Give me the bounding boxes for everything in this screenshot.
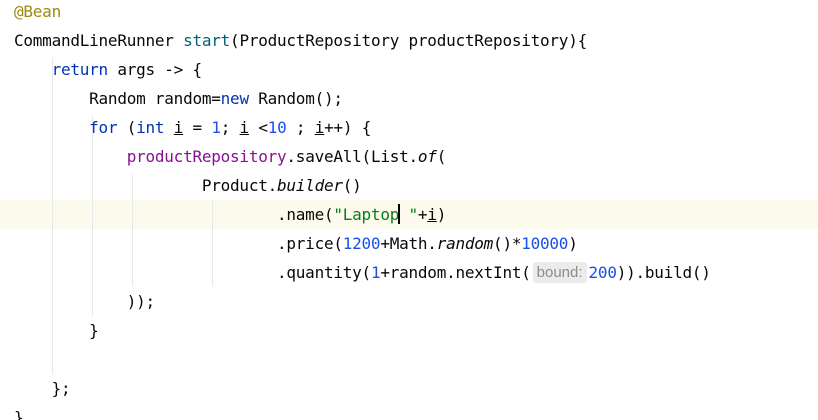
code-token: = [183,118,212,137]
code-token: }; [14,379,71,398]
code-token: Random random= [14,89,221,108]
code-token: } [14,321,99,340]
code-token: .quantity( [14,263,371,282]
parameter-hint: bound: [532,262,587,283]
code-token: .name( [14,205,334,224]
code-line[interactable]: .price(1200+Math.random()*10000) [14,229,578,258]
code-token: < [248,118,268,137]
code-line[interactable]: return args -> { [14,55,203,84]
code-token: 1 [370,263,381,282]
code-token: ()* [493,234,522,253]
code-token: 10000 [521,234,569,253]
code-token: +random.nextInt( [380,263,531,282]
code-line[interactable]: )); [14,287,155,316]
code-editor[interactable]: @Bean CommandLineRunner start(ProductRepo… [0,0,818,420]
code-token: ; [220,118,240,137]
code-token: } [14,408,24,420]
code-token: new [220,89,249,108]
code-line[interactable]: productRepository.saveAll(List.of( [14,142,447,171]
code-token: (ProductRepository productRepository){ [230,31,587,50]
code-token: return [51,60,109,79]
code-token: ( [436,147,447,166]
code-line[interactable]: for (int i = 1; i <10 ; i++) { [14,113,371,142]
code-token: ; [286,118,315,137]
code-token: args -> { [107,60,202,79]
code-token: ) [436,205,447,224]
code-token: 10 [267,118,287,137]
code-line[interactable]: } [14,316,99,345]
code-token: int [136,118,165,137]
code-token: .price( [14,234,343,253]
code-token: + [417,205,428,224]
code-token: ++) { [324,118,372,137]
code-line[interactable]: Product.builder() [14,171,362,200]
code-token: @Bean [14,2,61,21]
code-token: ) [568,234,578,253]
code-token: start [183,31,231,50]
code-line[interactable]: } [14,403,24,420]
code-line[interactable]: CommandLineRunner start(ProductRepositor… [14,26,587,55]
code-token: for [89,118,118,137]
code-token: 1 [211,118,221,137]
code-token: builder [277,176,343,195]
code-token: ( [117,118,137,137]
code-token: CommandLineRunner [14,31,184,50]
code-token: () [342,176,362,195]
code-token: )); [14,292,155,311]
code-line[interactable]: .name("Laptop "+i) [14,200,446,229]
code-token: +Math. [380,234,437,253]
code-token: " [399,205,419,224]
code-token: i [314,118,325,137]
code-token: .saveAll(List. [286,147,418,166]
code-token: 1200 [342,234,381,253]
code-line[interactable]: }; [14,374,71,403]
code-token: "Laptop [333,205,400,224]
code-token: i [427,205,437,224]
code-token: Product. [14,176,277,195]
code-token: )).build() [616,263,711,282]
code-line[interactable]: Random random=new Random(); [14,84,343,113]
code-line[interactable]: @Bean [14,0,61,26]
code-token: i [239,118,250,137]
code-token: productRepository [126,147,287,166]
code-token: i [173,118,184,137]
code-token: 200 [588,263,617,282]
code-token: Random(); [248,89,343,108]
code-line[interactable]: .quantity(1+random.nextInt(bound: 200)).b… [14,258,711,287]
code-token: of [417,147,437,166]
code-token: random [436,234,494,253]
